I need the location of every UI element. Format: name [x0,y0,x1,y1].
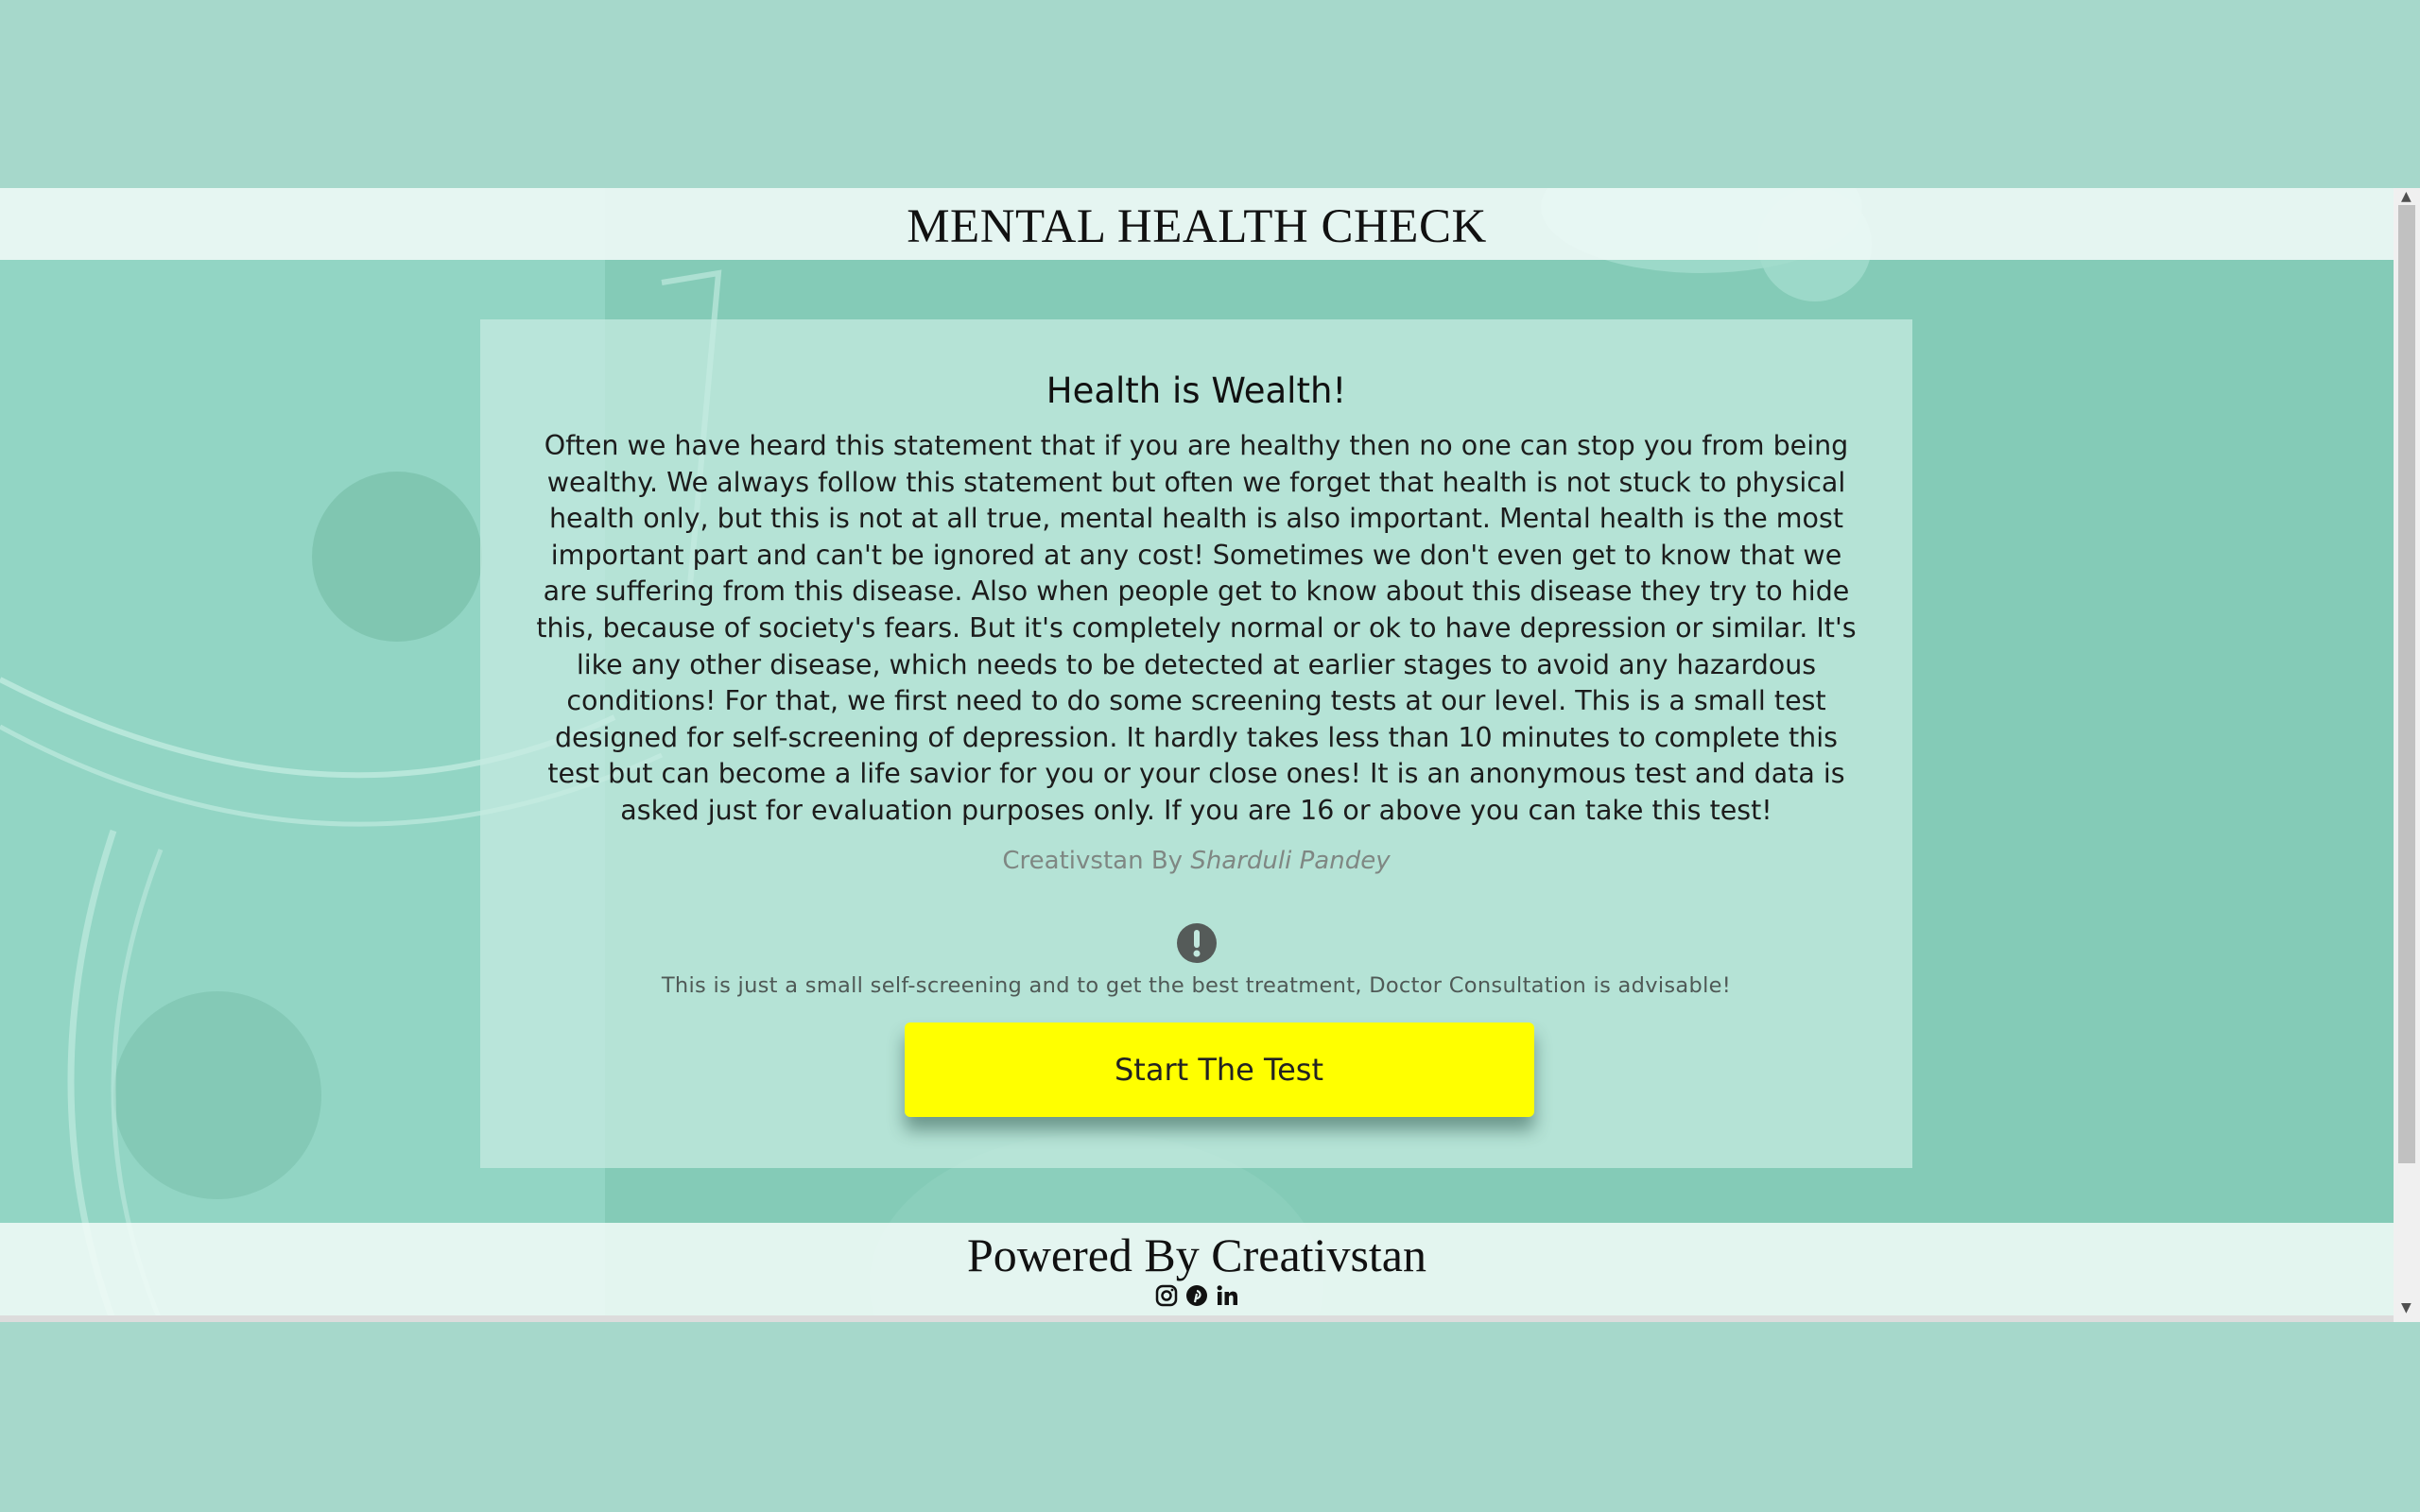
card-heading: Health is Wealth! [1046,370,1347,411]
pinterest-icon[interactable] [1184,1283,1209,1308]
footer-powered-by: Powered By Creativstan [966,1228,1426,1281]
linkedin-icon[interactable] [1215,1283,1239,1308]
vertical-scrollbar[interactable]: ▲ ▼ [2394,188,2420,1322]
author-credit: Creativstan By Sharduli Pandey [480,847,1912,875]
credit-author: Sharduli Pandey [1190,846,1391,875]
social-links [0,1283,2394,1308]
scroll-up-arrow-icon[interactable]: ▲ [2401,190,2412,203]
intro-paragraph: Often we have heard this statement that … [536,430,1857,826]
page-title: MENTAL HEALTH CHECK [907,200,1487,253]
scroll-down-arrow-icon[interactable]: ▼ [2401,1301,2412,1314]
start-test-button[interactable]: Start The Test [904,1022,1534,1117]
credit-prefix: Creativstan By [1002,846,1191,875]
instagram-icon[interactable] [1154,1283,1179,1308]
horizontal-scrollbar[interactable] [0,1315,2394,1322]
site-header: MENTAL HEALTH CHECK [0,188,2394,260]
intro-card: Health is Wealth! Often we have heard th… [480,319,1912,1168]
disclaimer-text: This is just a small self-screening and … [661,972,1732,998]
browser-viewport: MENTAL HEALTH CHECK Health is Wealth! Of… [0,188,2420,1322]
scrollbar-thumb[interactable] [2398,205,2415,1163]
exclamation-circle-icon [1176,922,1218,964]
site-footer: Powered By Creativstan [0,1223,2394,1322]
